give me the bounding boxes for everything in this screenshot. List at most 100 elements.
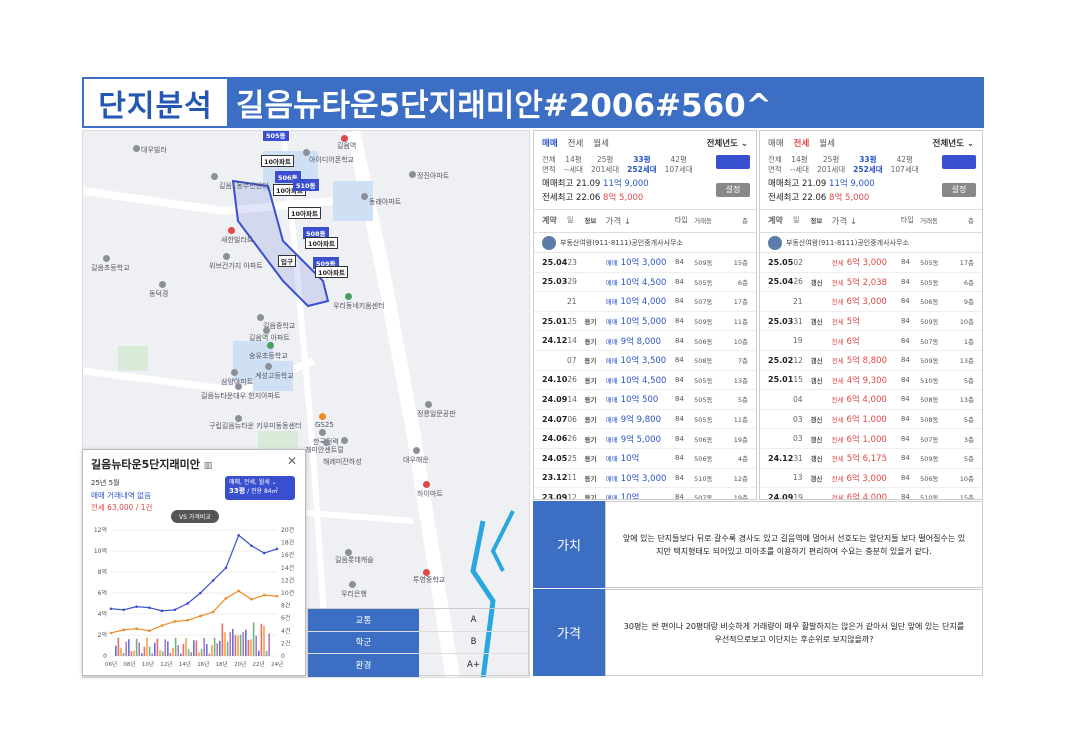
area-option[interactable]: 42평 107세대 xyxy=(665,155,693,175)
trade-type: 84 xyxy=(900,258,910,267)
volume-bar xyxy=(146,637,148,656)
map-building-tag[interactable]: 10아파트 xyxy=(288,207,321,219)
map-entrance-tag[interactable]: 입구 xyxy=(278,255,296,267)
table-row[interactable]: 24.09 19 전세 6억 4,000 84 510동 15층 xyxy=(760,488,982,499)
rating-table: 교통 A 학군 B 환경 A+ xyxy=(307,608,529,677)
table-row[interactable]: 24.05 25 등기 매매 10억 84 506동 4층 xyxy=(534,449,756,469)
area-label: 면적 xyxy=(768,165,782,174)
table-row[interactable]: 07 등기 매매 10억 3,500 84 508동 7층 xyxy=(534,351,756,371)
map-label: 동덕경 xyxy=(149,290,169,298)
volume-bar xyxy=(250,639,252,656)
tab-jeonse[interactable]: 전세 xyxy=(794,137,810,149)
compare-button[interactable]: 엔줌기 xyxy=(716,155,750,169)
map-building-tag[interactable]: 10아파트 xyxy=(315,266,348,278)
area-option[interactable]: 14평 --세대 xyxy=(564,155,583,175)
contract-month: 24.10 xyxy=(542,375,568,385)
table-row[interactable]: 19 전세 6억 84 507동 1층 xyxy=(760,331,982,351)
settings-button[interactable]: 설정 xyxy=(716,183,750,197)
trade-type: 84 xyxy=(900,454,910,463)
table-row[interactable]: 23.12 11 등기 매매 10억 3,000 84 510동 12층 xyxy=(534,469,756,489)
map-label: 길음초등학교 xyxy=(91,264,130,272)
tab-monthly[interactable]: 월세 xyxy=(819,137,835,149)
price-point xyxy=(199,614,202,618)
x-tick-label: 24년 xyxy=(271,660,283,668)
year-filter[interactable]: 전체년도 ⌄ xyxy=(707,137,748,149)
trade-price: 매매 10억 4,500 xyxy=(605,277,667,288)
volume-bar xyxy=(203,638,205,656)
trade-price: 전세 6억 3,000 xyxy=(831,297,887,308)
table-row[interactable]: 24.06 26 등기 매매 9억 5,000 84 506동 19층 xyxy=(534,429,756,449)
table-row[interactable]: 03 갱신 전세 6억 1,000 84 507동 3층 xyxy=(760,429,982,449)
table-row[interactable]: 13 갱신 전세 6억 3,000 84 506동 10층 xyxy=(760,469,982,489)
y2-tick-label: 10건 xyxy=(281,589,294,597)
table-row[interactable]: 24.07 06 등기 매매 9억 9,800 84 505동 11층 xyxy=(534,410,756,430)
table-row[interactable]: 25.03 29 매매 10억 4,500 84 505동 6층 xyxy=(534,273,756,293)
table-row[interactable]: 03 갱신 전세 6억 1,000 84 508동 5층 xyxy=(760,410,982,430)
table-row[interactable]: 25.01 15 갱신 전세 4억 9,300 84 510동 5층 xyxy=(760,371,982,391)
map-label: 위브건가지 아파트 xyxy=(209,262,263,270)
tab-monthly[interactable]: 월세 xyxy=(593,137,609,149)
trade-floor: 13층 xyxy=(959,396,974,405)
table-row[interactable]: 25.01 25 등기 매매 10억 5,000 84 509동 11층 xyxy=(534,312,756,332)
trade-info: 등기 xyxy=(584,396,597,405)
table-row[interactable]: 21 매매 10억 4,000 84 507동 17층 xyxy=(534,292,756,312)
trade-type: 84 xyxy=(900,336,910,345)
tab-sale[interactable]: 매매 xyxy=(542,137,558,149)
y-tick-label: 6억 xyxy=(98,589,107,597)
trade-floor: 17층 xyxy=(959,259,974,268)
tab-jeonse[interactable]: 전세 xyxy=(568,137,584,149)
table-row[interactable]: 24.09 14 등기 매매 10억 500 84 505동 5층 xyxy=(534,390,756,410)
popup-filter-button[interactable]: 매매, 전세, 월세 ⌄ 33평 / 전용 84㎡ xyxy=(225,476,295,500)
table-row[interactable]: 21 전세 6억 3,000 84 506동 9층 xyxy=(760,292,982,312)
contract-day: 14 xyxy=(567,394,577,404)
contract-month: 25.02 xyxy=(768,355,794,365)
trade-type: 84 xyxy=(900,375,910,384)
map-label: 길음뉴타운대우 한지아파트 xyxy=(201,392,281,400)
y2-tick-label: 16건 xyxy=(281,551,294,559)
area-option[interactable]: 25평 201세대 xyxy=(817,155,845,175)
tab-sale[interactable]: 매매 xyxy=(768,137,784,149)
map-building-tag[interactable]: 510동 xyxy=(293,179,319,191)
x-tick-label: 20년 xyxy=(234,660,246,668)
table-row[interactable]: 24.10 26 등기 매매 10억 4,500 84 505동 13층 xyxy=(534,371,756,391)
contract-month: 24.09 xyxy=(542,394,568,404)
table-row[interactable]: 24.12 14 등기 매매 9억 8,000 84 506동 10층 xyxy=(534,331,756,351)
volume-bar xyxy=(143,646,146,656)
volume-bar xyxy=(151,653,153,656)
volume-bar xyxy=(169,652,172,656)
table-row[interactable]: 04 전세 6억 4,000 84 508동 13층 xyxy=(760,390,982,410)
volume-bar xyxy=(138,642,140,656)
price-point xyxy=(199,591,202,595)
price-compare-button[interactable]: VS 가격비교 xyxy=(171,510,219,523)
table-row[interactable]: 25.03 31 갱신 전세 5억 84 509동 10층 xyxy=(760,312,982,332)
area-option-selected[interactable]: 33평 252세대 xyxy=(853,155,882,175)
close-icon[interactable]: ✕ xyxy=(287,454,297,468)
table-row[interactable]: 25.04 26 갱신 전세 5억 2,038 84 505동 6층 xyxy=(760,273,982,293)
y2-tick-label: 20건 xyxy=(281,526,294,534)
volume-bar xyxy=(252,622,255,656)
trade-info: 등기 xyxy=(584,376,597,385)
map-building-tag[interactable]: 10아파트 xyxy=(305,237,338,249)
volume-bar xyxy=(237,635,239,656)
area-option-selected[interactable]: 33평 252세대 xyxy=(627,155,656,175)
agency-row[interactable]: 부동산여왕(911-8111)공인중개사사무소 xyxy=(534,233,756,253)
table-row[interactable]: 25.05 02 전세 6억 3,000 84 505동 17층 xyxy=(760,253,982,273)
area-option[interactable]: 42평 107세대 xyxy=(891,155,919,175)
area-option[interactable]: 14평 --세대 xyxy=(790,155,809,175)
settings-button[interactable]: 설정 xyxy=(942,183,976,197)
area-option[interactable]: 25평 201세대 xyxy=(591,155,619,175)
table-row[interactable]: 24.12 31 갱신 전세 5억 6,175 84 509동 5층 xyxy=(760,449,982,469)
volume-bar xyxy=(185,638,187,656)
map-label: 숭유초등학교 xyxy=(249,352,288,360)
map-building-tag[interactable]: 505동 xyxy=(263,131,289,141)
table-row[interactable]: 25.02 12 갱신 전세 5억 8,800 84 509동 13층 xyxy=(760,351,982,371)
y-tick-label: 2억 xyxy=(98,631,107,639)
compare-button[interactable]: 엔줌기 xyxy=(942,155,976,169)
volume-bar xyxy=(260,623,263,656)
contract-month: 25.01 xyxy=(768,375,794,385)
year-filter[interactable]: 전체년도 ⌄ xyxy=(933,137,974,149)
table-row[interactable]: 23.09 12 등기 매매 10억 84 507동 19층 xyxy=(534,488,756,499)
table-row[interactable]: 25.04 23 매매 10억 3,000 84 509동 15층 xyxy=(534,253,756,273)
agency-row[interactable]: 부동산여왕(911-8111)공인중개사사무소 xyxy=(760,233,982,253)
map-building-tag[interactable]: 10아파트 xyxy=(261,155,294,167)
